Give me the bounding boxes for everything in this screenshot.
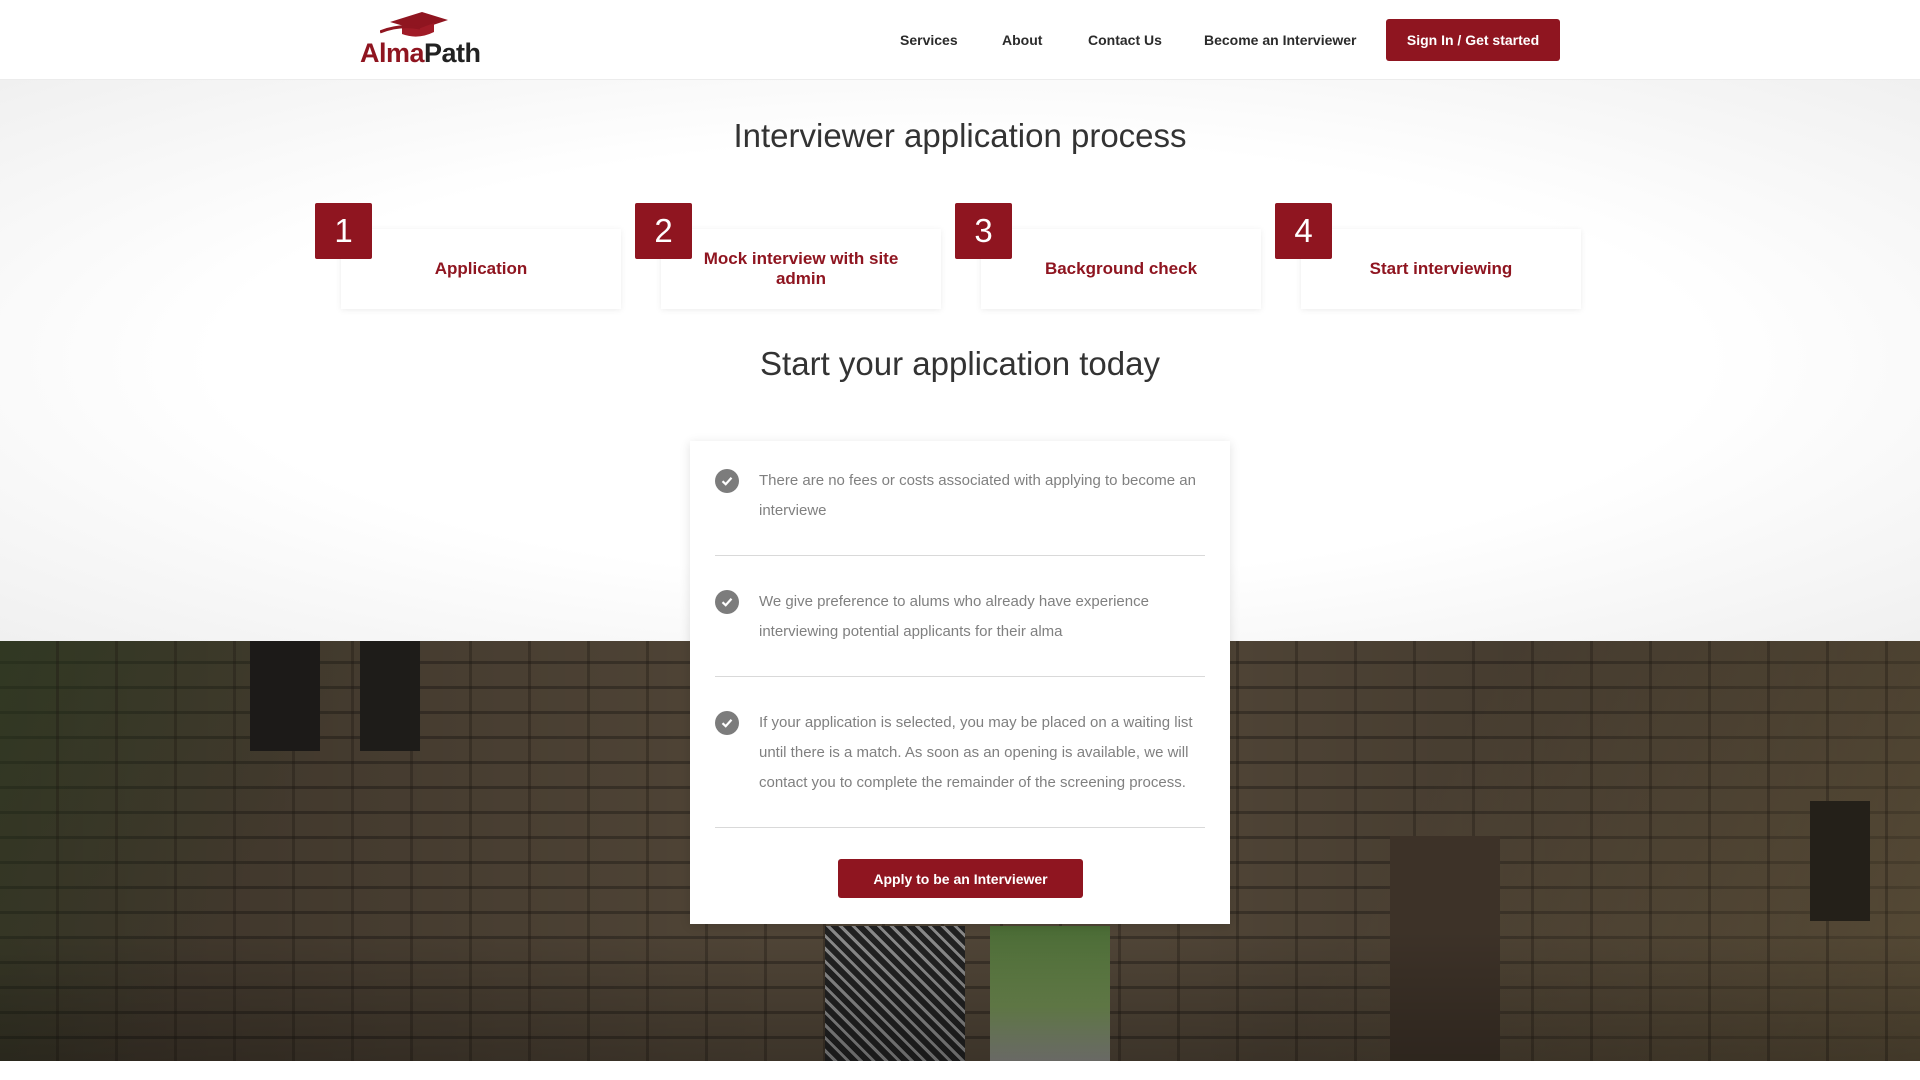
point-text: We give preference to alums who already …	[759, 593, 1149, 640]
step-number: 3	[955, 203, 1012, 259]
sign-in-button[interactable]: Sign In / Get started	[1386, 19, 1560, 61]
step-number: 1	[315, 203, 372, 259]
nav-contact-us[interactable]: Contact Us	[1088, 32, 1162, 48]
window	[250, 641, 320, 751]
logo-wordmark: AlmaPath	[360, 38, 481, 69]
application-card: There are no fees or costs associated wi…	[690, 441, 1230, 924]
step-label: Mock interview with site admin	[703, 249, 899, 288]
step-number: 2	[635, 203, 692, 259]
process-title: Interviewer application process	[733, 117, 1187, 154]
apply-title: Start your application today	[760, 345, 1160, 382]
site-header: AlmaPath Services About Contact Us Becom…	[0, 0, 1920, 80]
logo-text-path: Path	[424, 38, 481, 68]
divider	[715, 827, 1205, 828]
step-card: Background check	[981, 229, 1261, 309]
step-number: 4	[1275, 203, 1332, 259]
divider	[715, 555, 1205, 556]
window	[1810, 801, 1870, 921]
point-text: If your application is selected, you may…	[759, 714, 1193, 791]
step-label: Background check	[1044, 259, 1198, 278]
check-circle-icon	[715, 711, 739, 735]
step-card: Application	[341, 229, 621, 309]
almapath-logo[interactable]: AlmaPath	[358, 8, 481, 68]
check-circle-icon	[715, 590, 739, 614]
step-card: Mock interview with site admin	[661, 229, 941, 309]
step-label: Start interviewing	[1369, 259, 1513, 278]
nav-become-an-interviewer[interactable]: Become an Interviewer	[1204, 32, 1357, 48]
step-label: Application	[434, 259, 528, 278]
apply-interviewer-button[interactable]: Apply to be an Interviewer	[838, 859, 1083, 898]
nav-about[interactable]: About	[1002, 32, 1042, 48]
step-card: Start interviewing	[1301, 229, 1581, 309]
check-circle-icon	[715, 469, 739, 493]
nav-services[interactable]: Services	[900, 32, 958, 48]
graduation-cap-icon	[380, 12, 448, 37]
logo-text-alma: Alma	[360, 38, 425, 68]
photo-shade	[0, 931, 1920, 1061]
divider	[715, 676, 1205, 677]
point-text: There are no fees or costs associated wi…	[759, 472, 1196, 519]
window	[360, 641, 420, 751]
